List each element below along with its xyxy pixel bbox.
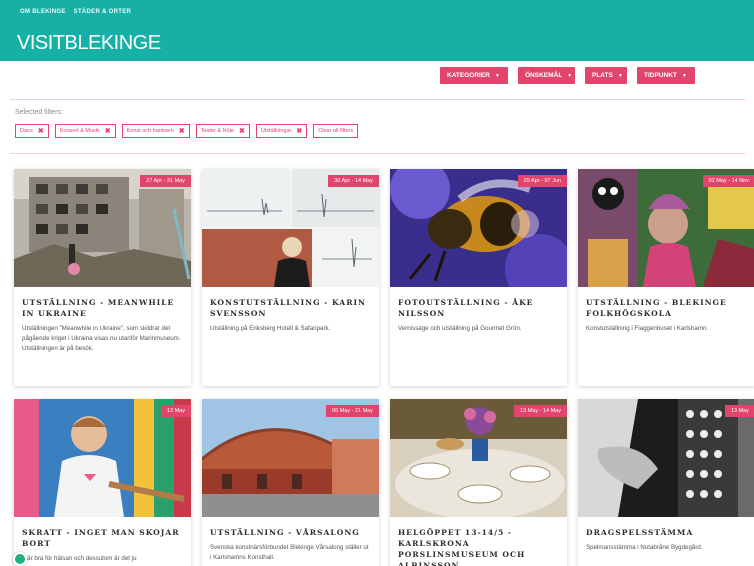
event-image[interactable]: 06 May - 21 May bbox=[202, 399, 379, 517]
event-title[interactable]: FOTOUTSTÄLLNING - ÅKE NILSSON bbox=[390, 287, 567, 319]
clear-all-label: Clear all filters bbox=[318, 128, 354, 134]
selected-filters-label: Selected filters: bbox=[15, 109, 63, 116]
date-badge: 27 Apr - 31 May bbox=[140, 175, 191, 187]
date-badge: 29 Apr - 07 Jun bbox=[517, 175, 567, 187]
event-description: ...är bra för hälsan och dessutom är det… bbox=[22, 555, 137, 562]
event-title[interactable]: SKRATT - INGET MAN SKOJAR BORT bbox=[14, 517, 191, 549]
site-header: OM BLEKINGE STÄDER & ORTER VISITBLEKINGE bbox=[0, 0, 754, 61]
event-image[interactable]: 13 May - 14 May bbox=[390, 399, 567, 517]
event-card[interactable]: 13 May DRAGSPELSSTÄMMA Spelmansstämma i … bbox=[578, 399, 754, 566]
nav-stader-orter[interactable]: STÄDER & ORTER bbox=[74, 9, 132, 15]
top-nav: OM BLEKINGE STÄDER & ORTER bbox=[20, 9, 131, 15]
chip-label: Dans bbox=[20, 128, 33, 134]
onskemal-label: ÖNSKEMÅL bbox=[525, 72, 563, 79]
tidpunkt-dropdown[interactable]: TIDPUNKT ▼ bbox=[637, 67, 695, 84]
date-badge: 02 May - 14 Nov bbox=[702, 175, 754, 187]
event-description: Utställningen "Meanwhile in Ukraine", so… bbox=[22, 325, 181, 352]
chip-label: Utställningar bbox=[260, 128, 292, 134]
event-card[interactable]: 29 Apr - 07 Jun FOTOUTSTÄLLNING - ÅKE NI… bbox=[390, 169, 567, 386]
site-logo[interactable]: VISITBLEKINGE bbox=[17, 32, 161, 55]
filter-chip-teater-noje[interactable]: Teater & Nöje ✖ bbox=[195, 124, 250, 138]
chevron-down-icon: ▼ bbox=[681, 72, 687, 79]
divider bbox=[10, 153, 745, 154]
date-badge: 30 Apr - 14 May bbox=[328, 175, 379, 187]
chip-label: Teater & Nöje bbox=[200, 128, 234, 134]
filter-chip-konsert-musik[interactable]: Konsert & Musik ✖ bbox=[54, 124, 116, 138]
event-description: Svenska konstnärsförbundet Blekinge Vårs… bbox=[210, 544, 369, 561]
filter-chip-dans[interactable]: Dans ✖ bbox=[15, 124, 49, 138]
date-badge: 13 May bbox=[160, 405, 191, 417]
chat-icon[interactable] bbox=[13, 552, 27, 566]
event-card[interactable]: 06 May - 21 May UTSTÄLLNING - VÅRSALONG … bbox=[202, 399, 379, 566]
chip-label: Konsert & Musik bbox=[59, 128, 100, 134]
event-card[interactable]: 30 Apr - 14 May KONSTUTSTÄLLNING - KARIN… bbox=[202, 169, 379, 386]
event-title[interactable]: UTSTÄLLNING - MEANWHILE IN UKRAINE bbox=[14, 287, 191, 319]
event-description: Vernissage och utställning på Gourmet Gr… bbox=[398, 325, 522, 332]
plats-dropdown[interactable]: PLATS ▼ bbox=[585, 67, 627, 84]
filter-chip-konst-hantverk[interactable]: Konst och hantverk ✖ bbox=[121, 124, 190, 138]
divider bbox=[10, 99, 745, 100]
nav-om-blekinge[interactable]: OM BLEKINGE bbox=[20, 9, 66, 15]
event-title[interactable]: UTSTÄLLNING - VÅRSALONG bbox=[202, 517, 379, 538]
chevron-down-icon: ▼ bbox=[567, 72, 573, 79]
date-badge: 13 May - 14 May bbox=[514, 405, 567, 417]
event-description: Spelmansstämma i Notabråne Bygdegård. bbox=[586, 544, 703, 551]
close-icon[interactable]: ✖ bbox=[239, 127, 245, 135]
event-card[interactable]: 13 May SKRATT - INGET MAN SKOJAR BORT ..… bbox=[14, 399, 191, 566]
kategorier-label: KATEGORIER bbox=[447, 72, 490, 79]
event-image[interactable]: 30 Apr - 14 May bbox=[202, 169, 379, 287]
filter-bar: KATEGORIER ▼ ÖNSKEMÅL ▼ PLATS ▼ TIDPUNKT ▼ bbox=[440, 67, 695, 84]
close-icon[interactable]: ✖ bbox=[296, 127, 302, 135]
event-description: Konstutställning i Flaggenhuset i Karlsh… bbox=[586, 325, 709, 332]
filter-chip-utstallningar[interactable]: Utställningar ✖ bbox=[255, 124, 308, 138]
chevron-down-icon: ▼ bbox=[494, 72, 500, 79]
close-icon[interactable]: ✖ bbox=[179, 127, 185, 135]
chip-label: Konst och hantverk bbox=[126, 128, 174, 134]
close-icon[interactable]: ✖ bbox=[105, 127, 111, 135]
event-title[interactable]: DRAGSPELSSTÄMMA bbox=[578, 517, 754, 538]
event-card[interactable]: 02 May - 14 Nov UTSTÄLLNING - BLEKINGE F… bbox=[578, 169, 754, 386]
date-badge: 13 May bbox=[724, 405, 754, 417]
event-image[interactable]: 29 Apr - 07 Jun bbox=[390, 169, 567, 287]
clear-all-filters-button[interactable]: Clear all filters bbox=[313, 124, 359, 138]
onskemal-dropdown[interactable]: ÖNSKEMÅL ▼ bbox=[518, 67, 575, 84]
plats-label: PLATS bbox=[592, 72, 613, 79]
event-image[interactable]: 27 Apr - 31 May bbox=[14, 169, 191, 287]
event-image[interactable]: 13 May bbox=[14, 399, 191, 517]
event-image[interactable]: 02 May - 14 Nov bbox=[578, 169, 754, 287]
chevron-down-icon: ▼ bbox=[617, 72, 623, 79]
kategorier-dropdown[interactable]: KATEGORIER ▼ bbox=[440, 67, 508, 84]
tidpunkt-label: TIDPUNKT bbox=[644, 72, 677, 79]
event-title[interactable]: HELGÖPPET 13-14/5 - KARLSKRONA PORSLINSM… bbox=[390, 517, 567, 566]
event-title[interactable]: KONSTUTSTÄLLNING - KARIN SVENSSON bbox=[202, 287, 379, 319]
date-badge: 06 May - 21 May bbox=[326, 405, 379, 417]
event-description: Utställning på Eriksberg Hotell & Safari… bbox=[210, 325, 331, 332]
event-card[interactable]: 27 Apr - 31 May UTSTÄLLNING - MEANWHILE … bbox=[14, 169, 191, 386]
selected-filters: Dans ✖ Konsert & Musik ✖ Konst och hantver… bbox=[15, 124, 359, 138]
event-card[interactable]: 13 May - 14 May HELGÖPPET 13-14/5 - KARL… bbox=[390, 399, 567, 566]
close-icon[interactable]: ✖ bbox=[38, 127, 44, 135]
event-image[interactable]: 13 May bbox=[578, 399, 754, 517]
event-title[interactable]: UTSTÄLLNING - BLEKINGE FOLKHÖGSKOLA bbox=[578, 287, 754, 319]
